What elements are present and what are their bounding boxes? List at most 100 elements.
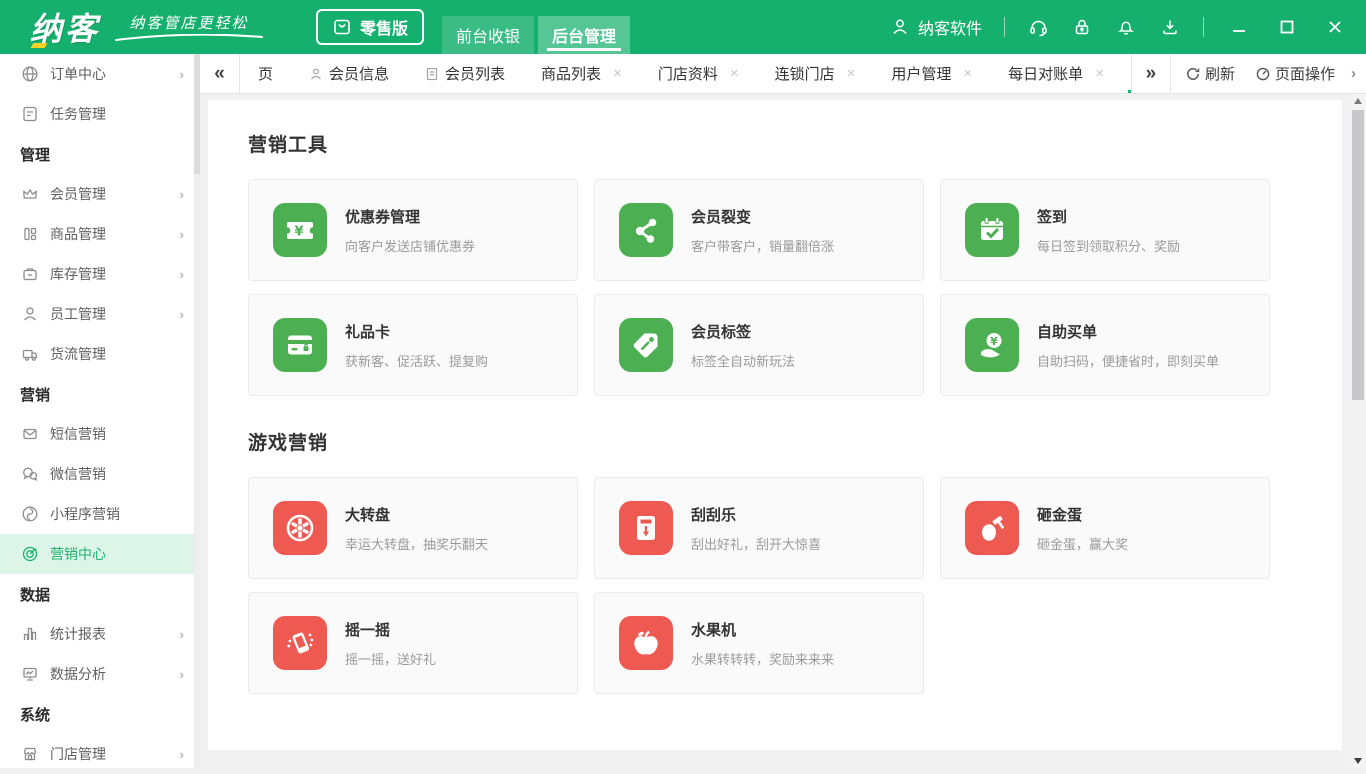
- card-member-tags[interactable]: 会员标签 标签全自动新玩法: [594, 294, 924, 396]
- tab-close-icon[interactable]: ×: [1095, 65, 1104, 82]
- chevron-right-icon: ›: [180, 307, 184, 322]
- store-icon: [20, 744, 40, 764]
- chevron-right-icon: ›: [180, 187, 184, 202]
- sidebar-item-order-center[interactable]: 订单中心 ›: [0, 54, 200, 94]
- divider: [1203, 17, 1204, 37]
- sidebar-item-statistics-reports[interactable]: 统计报表 ›: [0, 614, 200, 654]
- sidebar-item-member-management[interactable]: 会员管理 ›: [0, 174, 200, 214]
- card-title: 砸金蛋: [1037, 504, 1128, 525]
- account-menu[interactable]: 纳客软件: [890, 15, 982, 39]
- chevron-right-icon: ›: [180, 627, 184, 642]
- wechat-icon: [20, 464, 40, 484]
- egg-hammer-icon: [965, 501, 1019, 555]
- card-scratch-card[interactable]: 刮刮乐 刮出好礼，刮开大惊喜: [594, 477, 924, 579]
- crown-icon: [20, 184, 40, 204]
- tab-store-profile[interactable]: 门店资料 ×: [646, 54, 751, 93]
- scroll-up-arrow[interactable]: [1350, 94, 1366, 108]
- tab-close-icon[interactable]: ×: [730, 65, 739, 82]
- card-coupon-management[interactable]: ¥ 优惠券管理 向客户发送店铺优惠券: [248, 179, 578, 281]
- tab-member-list[interactable]: 会员列表: [413, 54, 517, 93]
- staff-icon: [20, 304, 40, 324]
- tab-close-icon[interactable]: ×: [963, 65, 972, 82]
- open-tabs: 页 会员信息 会员列表 商品列表 × 门店资料 ×: [240, 54, 1131, 93]
- scroll-down-arrow[interactable]: [1350, 754, 1366, 768]
- coupon-icon: ¥: [273, 203, 327, 257]
- sidebar-section-system: 系统: [0, 694, 200, 734]
- main-scrollbar[interactable]: [1350, 94, 1366, 768]
- sidebar-item-store-management[interactable]: 门店管理 ›: [0, 734, 200, 774]
- card-desc: 摇一摇，送好礼: [345, 649, 436, 668]
- sidebar-item-inventory-management[interactable]: 库存管理 ›: [0, 254, 200, 294]
- card-desc: 砸金蛋，赢大奖: [1037, 534, 1128, 553]
- card-desc: 水果转转转，奖励来来来: [691, 649, 834, 668]
- tab-home-partial[interactable]: 页: [246, 54, 285, 93]
- lock-icon[interactable]: [1071, 16, 1093, 38]
- tab-product-list[interactable]: 商品列表 ×: [529, 54, 634, 93]
- section-title-game-marketing: 游戏营销: [248, 428, 1316, 455]
- nav-tab-cashier[interactable]: 前台收银: [442, 16, 534, 54]
- sidebar-item-staff-management[interactable]: 员工管理 ›: [0, 294, 200, 334]
- tabbar-actions: 刷新 页面操作 ›: [1171, 54, 1366, 93]
- sidebar-item-data-analysis[interactable]: 数据分析 ›: [0, 654, 200, 694]
- refresh-icon: [1185, 66, 1201, 82]
- tab-member-info[interactable]: 会员信息: [297, 54, 401, 93]
- sidebar-scrollbar[interactable]: [194, 54, 200, 768]
- sidebar-item-logistics-management[interactable]: 货流管理: [0, 334, 200, 374]
- goods-icon: [20, 224, 40, 244]
- sidebar-item-product-management[interactable]: 商品管理 ›: [0, 214, 200, 254]
- card-checkin[interactable]: 签到 每日签到领取积分、奖励: [940, 179, 1270, 281]
- card-gift-card[interactable]: 礼品卡 获新客、促活跃、提复购: [248, 294, 578, 396]
- card-self-checkout[interactable]: ¥ 自助买单 自助扫码，便捷省时，即刻买单: [940, 294, 1270, 396]
- headset-icon[interactable]: [1027, 16, 1049, 38]
- chevron-right-icon: ›: [180, 747, 184, 762]
- svg-text:¥: ¥: [294, 225, 303, 240]
- download-icon[interactable]: [1159, 16, 1181, 38]
- card-lucky-wheel[interactable]: 大转盘 幸运大转盘，抽奖乐翻天: [248, 477, 578, 579]
- bell-icon[interactable]: [1115, 16, 1137, 38]
- card-shake[interactable]: 摇一摇 摇一摇，送好礼: [248, 592, 578, 694]
- game-marketing-cards: 大转盘 幸运大转盘，抽奖乐翻天 刮刮乐 刮出好礼，刮开大惊喜: [248, 477, 1316, 694]
- share-icon: [619, 203, 673, 257]
- sidebar-section-marketing: 营销: [0, 374, 200, 414]
- target-icon: [20, 544, 40, 564]
- card-title: 大转盘: [345, 504, 488, 525]
- tab-user-management[interactable]: 用户管理 ×: [879, 54, 984, 93]
- svg-text:¥: ¥: [990, 335, 998, 348]
- tab-daily-statement[interactable]: 每日对账单 ×: [996, 54, 1116, 93]
- chevron-right-icon: ›: [180, 667, 184, 682]
- tabs-scroll-left-button[interactable]: «: [200, 54, 240, 93]
- mail-icon: [20, 424, 40, 444]
- edition-badge[interactable]: 零售版: [316, 9, 424, 45]
- card-title: 会员裂变: [691, 206, 834, 227]
- selfpay-icon: ¥: [965, 318, 1019, 372]
- card-desc: 标签全自动新玩法: [691, 351, 795, 370]
- close-button[interactable]: [1322, 16, 1348, 38]
- tab-close-icon[interactable]: ×: [847, 65, 856, 82]
- page-operations-button[interactable]: 页面操作: [1247, 63, 1343, 84]
- sidebar-item-wechat-marketing[interactable]: 微信营销: [0, 454, 200, 494]
- wheel-icon: [273, 501, 327, 555]
- tab-chain-stores[interactable]: 连锁门店 ×: [763, 54, 868, 93]
- sidebar-item-task-management[interactable]: 任务管理: [0, 94, 200, 134]
- tab-close-icon[interactable]: ×: [613, 65, 622, 82]
- maximize-button[interactable]: [1274, 16, 1300, 38]
- globe-icon: [20, 64, 40, 84]
- sidebar-section-data: 数据: [0, 574, 200, 614]
- document-tabbar: « 页 会员信息 会员列表 商品列表 × 门店资料: [200, 54, 1366, 94]
- minimize-button[interactable]: [1226, 16, 1252, 38]
- actions-more-button[interactable]: ›: [1347, 65, 1360, 82]
- sidebar-item-sms-marketing[interactable]: 短信营销: [0, 414, 200, 454]
- card-fruit-machine[interactable]: 水果机 水果转转转，奖励来来来: [594, 592, 924, 694]
- tabs-scroll-right-button[interactable]: »: [1131, 54, 1171, 93]
- marketing-tools-cards: ¥ 优惠券管理 向客户发送店铺优惠券 会员裂变 客户带客户，销量: [248, 179, 1316, 396]
- page-operations-icon: [1255, 66, 1271, 82]
- tab-marketing-center[interactable]: 营销中心 ×: [1128, 54, 1131, 93]
- card-desc: 每日签到领取积分、奖励: [1037, 236, 1180, 255]
- sidebar-item-marketing-center[interactable]: 营销中心: [0, 534, 200, 574]
- nav-tab-backoffice[interactable]: 后台管理: [538, 16, 630, 54]
- card-member-fission[interactable]: 会员裂变 客户带客户，销量翻倍涨: [594, 179, 924, 281]
- sidebar-item-miniprogram-marketing[interactable]: 小程序营销: [0, 494, 200, 534]
- card-golden-egg[interactable]: 砸金蛋 砸金蛋，赢大奖: [940, 477, 1270, 579]
- scrollbar-thumb[interactable]: [1352, 110, 1364, 400]
- refresh-button[interactable]: 刷新: [1177, 63, 1243, 84]
